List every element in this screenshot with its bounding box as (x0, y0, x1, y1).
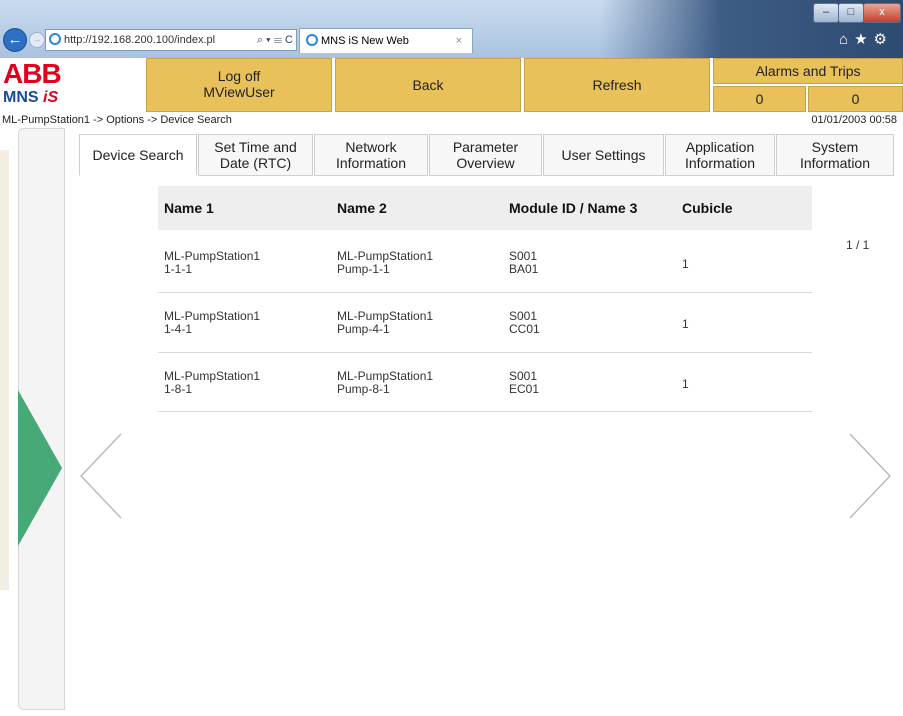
tab-set-time-date[interactable]: Set Time and Date (RTC) (198, 134, 313, 176)
minimize-button[interactable]: – (813, 3, 839, 23)
row-divider (158, 411, 812, 412)
ie-icon (49, 33, 61, 45)
browser-tab[interactable]: MNS iS New Web × (299, 28, 473, 53)
logo: ABB MNS iS (3, 58, 143, 112)
address-controls[interactable]: ⌕ ▾ ☰ C (257, 30, 293, 50)
cell-cubicle: 1 (682, 257, 689, 271)
left-edge-bar (0, 150, 9, 590)
breadcrumb: ML-PumpStation1 -> Options -> Device Sea… (2, 114, 232, 126)
row-divider (158, 292, 812, 293)
arrow-right-icon: → (32, 34, 42, 44)
mns-is-logo: MNS iS (3, 89, 59, 106)
logoff-label: Log off (217, 68, 261, 84)
logoff-button[interactable]: Log off MViewUser (146, 58, 332, 112)
cell-name1: ML-PumpStation1 1-1-1 (164, 249, 261, 276)
column-header-cubicle: Cubicle (676, 186, 812, 230)
cell-name1: ML-PumpStation1 1-8-1 (164, 369, 261, 396)
maximize-button[interactable]: □ (838, 3, 864, 23)
browser-toolbar-icons[interactable]: ⌂★⚙ (839, 30, 893, 48)
tab-user-settings[interactable]: User Settings (543, 134, 664, 176)
cell-cubicle: 1 (682, 377, 689, 391)
abb-logo: ABB (3, 58, 62, 89)
expand-menu-arrow-icon[interactable] (18, 390, 62, 546)
tab-application-information[interactable]: Application Information (665, 134, 775, 176)
trip-count[interactable]: 0 (808, 86, 903, 112)
row-divider (158, 352, 812, 353)
ie-icon (306, 34, 318, 46)
arrow-left-icon: ← (7, 31, 23, 48)
browser-forward-button[interactable]: → (29, 32, 45, 48)
next-page-arrow-icon[interactable] (848, 432, 892, 520)
alarm-count[interactable]: 0 (713, 86, 806, 112)
close-window-button[interactable]: x (863, 3, 901, 23)
refresh-button[interactable]: Refresh (524, 58, 710, 112)
browser-back-button[interactable]: ← (3, 28, 27, 52)
device-datetime: 01/01/2003 00:58 (811, 114, 897, 126)
column-header-name2: Name 2 (331, 186, 505, 230)
address-url: http://192.168.200.100/index.pl (64, 34, 216, 46)
page-indicator: 1 / 1 (846, 238, 870, 252)
cell-name1: ML-PumpStation1 1-4-1 (164, 309, 261, 336)
alarms-and-trips-button[interactable]: Alarms and Trips (713, 58, 903, 84)
cell-cubicle: 1 (682, 317, 689, 331)
tab-parameter-overview[interactable]: Parameter Overview (429, 134, 542, 176)
cell-name2: ML-PumpStation1 Pump-8-1 (337, 369, 434, 396)
cell-module-id: S001 EC01 (509, 369, 540, 396)
column-header-name1: Name 1 (158, 186, 334, 230)
tab-network-information[interactable]: Network Information (314, 134, 428, 176)
close-tab-icon[interactable]: × (456, 29, 462, 53)
tab-device-search[interactable]: Device Search (79, 134, 197, 176)
browser-tab-title: MNS iS New Web (321, 35, 409, 47)
address-bar[interactable]: http://192.168.200.100/index.pl ⌕ ▾ ☰ C (45, 29, 297, 51)
cell-name2: ML-PumpStation1 Pump-4-1 (337, 309, 434, 336)
column-header-module-id: Module ID / Name 3 (503, 186, 676, 230)
tab-system-information[interactable]: System Information (776, 134, 894, 176)
back-button[interactable]: Back (335, 58, 521, 112)
previous-page-arrow-icon[interactable] (79, 432, 123, 520)
cell-name2: ML-PumpStation1 Pump-1-1 (337, 249, 434, 276)
cell-module-id: S001 CC01 (509, 309, 540, 336)
cell-module-id: S001 BA01 (509, 249, 539, 276)
current-user: MViewUser (203, 84, 275, 100)
